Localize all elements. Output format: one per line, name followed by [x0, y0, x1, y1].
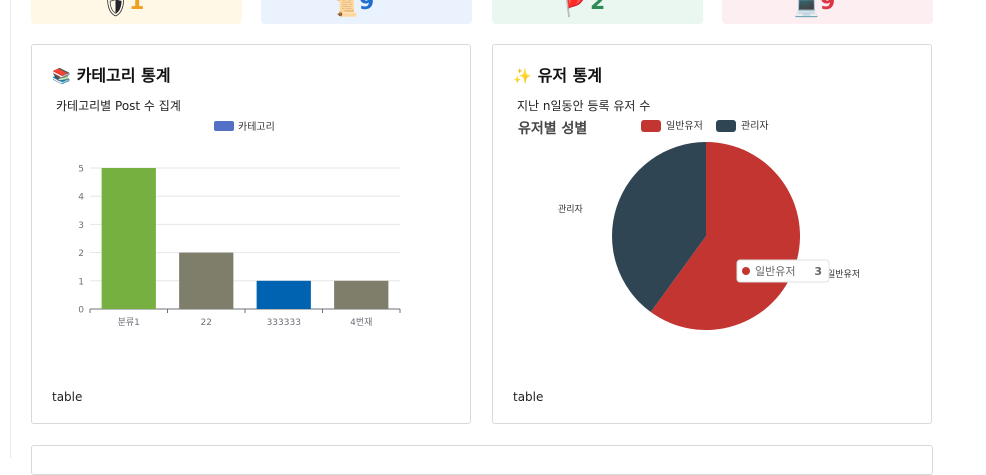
category-card-title-text: 카테고리 통계 — [76, 66, 171, 85]
x-tick-label: 333333 — [267, 318, 301, 328]
user-card-subtitle: 지난 n일동안 등록 유저 수 — [517, 99, 651, 113]
legend-label: 일반유저 — [666, 120, 703, 132]
tooltip-marker — [742, 267, 750, 275]
y-tick-label: 1 — [78, 277, 84, 287]
pie-label: 일반유저 — [827, 269, 860, 280]
stat-card: 🚩 2 — [492, 0, 703, 24]
pie-legend-item[interactable]: 관리자 — [716, 120, 769, 132]
legend-swatch — [214, 121, 234, 131]
x-tick-label: 4번재 — [350, 317, 372, 328]
user-pie-chart: 유저별 성별 일반유저 관리자일반유저관리자일반유저 3 — [518, 120, 860, 330]
tooltip-label: 일반유저 — [755, 264, 795, 278]
shield-heart-icon: 🛡 — [103, 0, 129, 18]
user-card-title: ✨ 유저 통계 — [513, 62, 602, 86]
books-icon: 📚 — [52, 67, 71, 85]
y-tick-label: 0 — [78, 306, 84, 316]
x-tick-label: 22 — [201, 318, 212, 328]
stat-card: 💻 9 — [722, 0, 933, 24]
stat-value: 2 — [590, 0, 606, 15]
scroll-icon: 📜 — [333, 0, 358, 18]
bar[interactable] — [256, 280, 311, 309]
category-bar-chart: 카테고리 0 1 2 3 4 5 분류1 22 333333 4번재 — [78, 121, 401, 328]
category-stats-card: 📚 카테고리 통계 카테고리별 Post 수 집계 카테고리 0 1 2 3 4 5 분류1 22… — [31, 44, 471, 424]
category-card-footer: table — [52, 390, 83, 404]
legend-label: 카테고리 — [238, 121, 275, 133]
tooltip-value: 3 — [814, 265, 822, 278]
bar[interactable] — [334, 280, 389, 309]
legend-swatch — [716, 120, 736, 132]
flag-icon: 🚩 — [564, 0, 589, 18]
legend-label: 관리자 — [741, 120, 769, 132]
x-tick-label: 분류1 — [118, 317, 140, 328]
pie-label: 관리자 — [558, 204, 584, 215]
user-card-footer: table — [513, 390, 544, 404]
y-tick-label: 4 — [78, 193, 84, 203]
y-tick-label: 2 — [78, 249, 84, 259]
bar[interactable] — [179, 252, 234, 309]
y-tick-label: 3 — [78, 221, 84, 231]
bar[interactable] — [101, 168, 156, 309]
user-stats-card: ✨ 유저 통계 지난 n일동안 등록 유저 수 유저별 성별 일반유저 관리자 일반유저… — [492, 44, 932, 424]
y-tick-label: 5 — [78, 165, 84, 175]
category-card-subtitle: 카테고리별 Post 수 집계 — [56, 99, 181, 113]
pie-legend-item[interactable]: 일반유저 — [641, 120, 703, 132]
category-card-title: 📚 카테고리 통계 — [52, 62, 171, 86]
pie-tooltip: 일반유저 3 — [736, 259, 830, 283]
stat-card: 📜 9 — [261, 0, 472, 24]
stat-value: 1 — [129, 0, 145, 15]
stat-value: 9 — [359, 0, 375, 15]
user-card-title-text: 유저 통계 — [537, 66, 603, 85]
laptop-icon: 💻 — [794, 0, 819, 18]
bar-legend[interactable]: 카테고리 — [214, 121, 275, 133]
legend-swatch — [641, 120, 661, 132]
sidebar-divider — [10, 0, 11, 458]
next-card — [31, 445, 933, 475]
sparkles-icon: ✨ — [513, 67, 532, 85]
pie-title: 유저별 성별 — [518, 120, 587, 137]
stat-card: 🛡 1 — [31, 0, 242, 24]
stat-value: 9 — [820, 0, 836, 15]
